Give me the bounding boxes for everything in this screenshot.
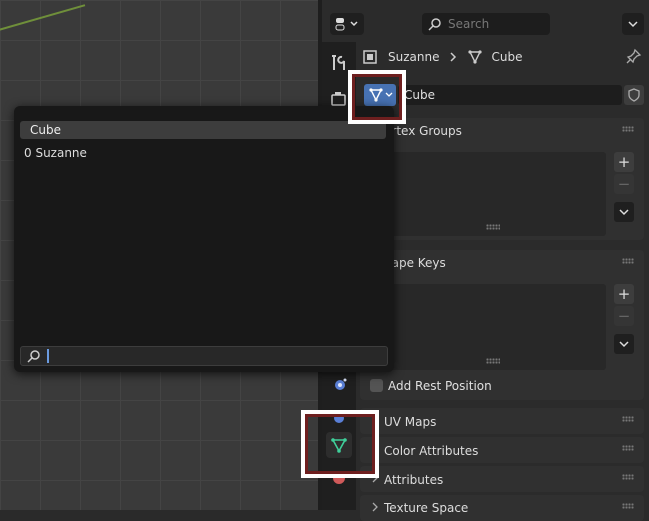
remove-shape-key-button[interactable]: − <box>614 306 634 326</box>
panel-title-color-attributes: Color Attributes <box>384 444 479 458</box>
chevron-down-icon <box>619 341 629 348</box>
chevron-right-icon <box>450 52 457 62</box>
popup-item-cube[interactable]: Cube <box>20 121 386 139</box>
panel-title-texture-space: Texture Space <box>384 501 469 515</box>
panel-drag-handle[interactable] <box>622 258 634 264</box>
panel-title-attributes: Attributes <box>384 473 444 487</box>
add-rest-position-label: Add Rest Position <box>388 379 492 393</box>
shape-keys-list[interactable] <box>368 284 606 370</box>
add-vertex-group-button[interactable]: + <box>614 152 634 172</box>
search-input[interactable]: Search <box>422 13 550 35</box>
uv-maps-panel[interactable]: UV Maps <box>360 408 644 434</box>
chevron-down-icon <box>628 21 638 28</box>
search-icon <box>428 18 441 31</box>
x-axis-line <box>0 4 86 42</box>
pin-icon <box>626 48 642 64</box>
panel-drag-handle[interactable] <box>622 474 634 480</box>
panel-drag-handle[interactable] <box>622 416 634 422</box>
popup-item-suzanne[interactable]: 0 Suzanne <box>24 144 87 162</box>
shield-icon <box>628 88 640 102</box>
panel-drag-handle[interactable] <box>622 445 634 451</box>
panel-drag-handle[interactable] <box>622 503 634 509</box>
object-icon <box>363 50 377 64</box>
list-resize-handle[interactable] <box>486 358 500 364</box>
shape-keys-panel: hape Keys + − Add Rest Position <box>360 250 644 400</box>
vertex-groups-list[interactable] <box>368 152 606 236</box>
text-cursor <box>47 349 49 363</box>
header-options-button[interactable] <box>622 13 644 35</box>
shape-key-specials-button[interactable] <box>614 334 634 354</box>
highlight-frame-object-data-tab <box>301 410 379 478</box>
mesh-name-field[interactable]: Cube <box>398 85 622 105</box>
tab-constraints[interactable] <box>326 372 352 398</box>
vertex-group-specials-button[interactable] <box>614 202 634 222</box>
color-attributes-panel[interactable]: Color Attributes <box>360 437 644 463</box>
vertex-groups-panel: ertex Groups + − <box>360 118 644 240</box>
attributes-panel[interactable]: Attributes <box>360 466 644 492</box>
popup-search-input[interactable] <box>20 346 388 366</box>
panel-title-vertex-groups[interactable]: ertex Groups <box>384 124 462 138</box>
breadcrumb-object: Suzanne <box>388 50 440 64</box>
breadcrumb-data: Cube <box>491 50 523 64</box>
highlight-frame-browse-button <box>348 70 406 124</box>
properties-editor-icon <box>335 18 358 31</box>
properties-header: Search <box>322 10 649 38</box>
pin-button[interactable] <box>626 48 642 67</box>
browse-mesh-popup: Cube 0 Suzanne <box>14 106 394 372</box>
wrench-screwdriver-icon <box>332 55 345 70</box>
search-icon <box>27 350 40 363</box>
panel-drag-handle[interactable] <box>622 126 634 132</box>
mesh-icon <box>468 50 483 64</box>
fake-user-button[interactable] <box>624 85 644 105</box>
constraint-icon <box>335 378 347 390</box>
add-rest-position-checkbox[interactable] <box>370 379 383 392</box>
panel-title-uv-maps: UV Maps <box>384 415 437 429</box>
chevron-down-icon <box>619 209 629 216</box>
texture-space-panel[interactable]: Texture Space <box>360 495 644 521</box>
add-shape-key-button[interactable]: + <box>614 284 634 304</box>
search-placeholder: Search <box>448 17 490 31</box>
editor-type-button[interactable] <box>330 13 364 35</box>
list-resize-handle[interactable] <box>486 224 500 230</box>
breadcrumb: Suzanne Cube <box>362 46 522 68</box>
chevron-right-icon <box>372 502 378 512</box>
remove-vertex-group-button[interactable]: − <box>614 174 634 194</box>
